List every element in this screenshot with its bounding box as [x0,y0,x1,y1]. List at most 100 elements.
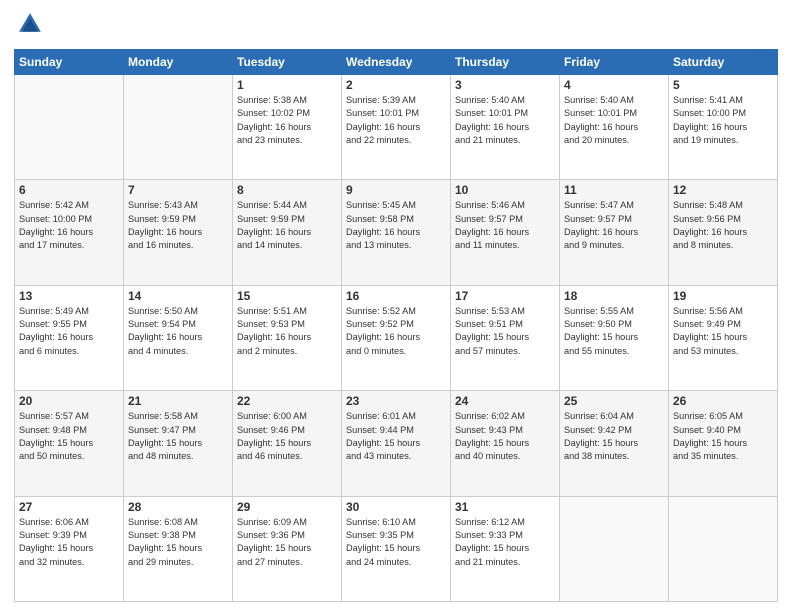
day-info: Sunrise: 6:01 AM Sunset: 9:44 PM Dayligh… [346,410,446,463]
calendar-cell [669,496,778,601]
calendar-cell: 23 Sunrise: 6:01 AM Sunset: 9:44 PM Dayli… [342,391,451,496]
day-info: Sunrise: 5:44 AM Sunset: 9:59 PM Dayligh… [237,199,337,252]
day-number: 8 [237,183,337,197]
day-info: Sunrise: 6:06 AM Sunset: 9:39 PM Dayligh… [19,516,119,569]
calendar-cell: 11Sunrise: 5:47 AM Sunset: 9:57 PM Dayli… [560,180,669,285]
calendar-cell: 31 Sunrise: 6:12 AM Sunset: 9:33 PM Dayli… [451,496,560,601]
page: SundayMondayTuesdayWednesdayThursdayFrid… [0,0,792,612]
calendar-cell: 18 Sunrise: 5:55 AM Sunset: 9:50 PM Dayli… [560,285,669,390]
day-number: 18 [564,289,664,303]
calendar-cell: 24 Sunrise: 6:02 AM Sunset: 9:43 PM Dayli… [451,391,560,496]
day-info: Sunrise: 5:49 AM Sunset: 9:55 PM Dayligh… [19,305,119,358]
day-info: Sunrise: 5:43 AM Sunset: 9:59 PM Dayligh… [128,199,228,252]
day-number: 21 [128,394,228,408]
weekday-header: Friday [560,50,669,75]
calendar-cell: 7 Sunrise: 5:43 AM Sunset: 9:59 PM Daylig… [124,180,233,285]
day-info: Sunrise: 6:08 AM Sunset: 9:38 PM Dayligh… [128,516,228,569]
day-info: Sunrise: 5:46 AM Sunset: 9:57 PM Dayligh… [455,199,555,252]
day-number: 25 [564,394,664,408]
day-info: Sunrise: 6:05 AM Sunset: 9:40 PM Dayligh… [673,410,773,463]
calendar-cell: 22 Sunrise: 6:00 AM Sunset: 9:46 PM Dayli… [233,391,342,496]
day-info: Sunrise: 5:38 AM Sunset: 10:02 PM Daylig… [237,94,337,147]
calendar-cell: 21 Sunrise: 5:58 AM Sunset: 9:47 PM Dayli… [124,391,233,496]
day-number: 26 [673,394,773,408]
day-number: 15 [237,289,337,303]
day-info: Sunrise: 5:45 AM Sunset: 9:58 PM Dayligh… [346,199,446,252]
calendar-table: SundayMondayTuesdayWednesdayThursdayFrid… [14,49,778,602]
day-number: 14 [128,289,228,303]
calendar-cell: 19 Sunrise: 5:56 AM Sunset: 9:49 PM Dayli… [669,285,778,390]
day-info: Sunrise: 6:02 AM Sunset: 9:43 PM Dayligh… [455,410,555,463]
day-info: Sunrise: 5:47 AM Sunset: 9:57 PM Dayligh… [564,199,664,252]
day-info: Sunrise: 5:42 AM Sunset: 10:00 PM Daylig… [19,199,119,252]
calendar-cell: 15 Sunrise: 5:51 AM Sunset: 9:53 PM Dayli… [233,285,342,390]
day-number: 31 [455,500,555,514]
day-info: Sunrise: 5:56 AM Sunset: 9:49 PM Dayligh… [673,305,773,358]
day-number: 27 [19,500,119,514]
calendar-cell: 17 Sunrise: 5:53 AM Sunset: 9:51 PM Dayli… [451,285,560,390]
calendar-week-row: 20 Sunrise: 5:57 AM Sunset: 9:48 PM Dayli… [15,391,778,496]
day-number: 30 [346,500,446,514]
day-number: 24 [455,394,555,408]
day-number: 29 [237,500,337,514]
calendar-cell: 16Sunrise: 5:52 AM Sunset: 9:52 PM Dayli… [342,285,451,390]
day-number: 9 [346,183,446,197]
day-number: 19 [673,289,773,303]
day-number: 3 [455,78,555,92]
calendar-cell: 29 Sunrise: 6:09 AM Sunset: 9:36 PM Dayli… [233,496,342,601]
day-info: Sunrise: 5:53 AM Sunset: 9:51 PM Dayligh… [455,305,555,358]
calendar-cell [15,75,124,180]
day-number: 12 [673,183,773,197]
day-number: 20 [19,394,119,408]
day-number: 16 [346,289,446,303]
calendar-cell: 14 Sunrise: 5:50 AM Sunset: 9:54 PM Dayli… [124,285,233,390]
day-number: 1 [237,78,337,92]
header [14,10,778,43]
weekday-header: Wednesday [342,50,451,75]
logo-icon [16,10,44,38]
day-info: Sunrise: 6:00 AM Sunset: 9:46 PM Dayligh… [237,410,337,463]
day-info: Sunrise: 5:57 AM Sunset: 9:48 PM Dayligh… [19,410,119,463]
day-info: Sunrise: 6:04 AM Sunset: 9:42 PM Dayligh… [564,410,664,463]
calendar-cell: 25 Sunrise: 6:04 AM Sunset: 9:42 PM Dayli… [560,391,669,496]
calendar-cell: 30 Sunrise: 6:10 AM Sunset: 9:35 PM Dayli… [342,496,451,601]
calendar-week-row: 13 Sunrise: 5:49 AM Sunset: 9:55 PM Dayli… [15,285,778,390]
day-info: Sunrise: 6:10 AM Sunset: 9:35 PM Dayligh… [346,516,446,569]
day-info: Sunrise: 5:40 AM Sunset: 10:01 PM Daylig… [564,94,664,147]
day-number: 28 [128,500,228,514]
calendar-cell: 2Sunrise: 5:39 AM Sunset: 10:01 PM Dayli… [342,75,451,180]
day-info: Sunrise: 5:48 AM Sunset: 9:56 PM Dayligh… [673,199,773,252]
calendar-cell: 1 Sunrise: 5:38 AM Sunset: 10:02 PM Dayli… [233,75,342,180]
calendar-week-row: 1 Sunrise: 5:38 AM Sunset: 10:02 PM Dayli… [15,75,778,180]
calendar-cell: 12 Sunrise: 5:48 AM Sunset: 9:56 PM Dayli… [669,180,778,285]
day-number: 10 [455,183,555,197]
day-number: 4 [564,78,664,92]
weekday-header: Monday [124,50,233,75]
day-info: Sunrise: 6:09 AM Sunset: 9:36 PM Dayligh… [237,516,337,569]
calendar-cell: 10 Sunrise: 5:46 AM Sunset: 9:57 PM Dayli… [451,180,560,285]
calendar-cell: 6Sunrise: 5:42 AM Sunset: 10:00 PM Dayli… [15,180,124,285]
calendar-header-row: SundayMondayTuesdayWednesdayThursdayFrid… [15,50,778,75]
day-number: 23 [346,394,446,408]
day-info: Sunrise: 5:51 AM Sunset: 9:53 PM Dayligh… [237,305,337,358]
day-number: 22 [237,394,337,408]
calendar-cell: 8 Sunrise: 5:44 AM Sunset: 9:59 PM Daylig… [233,180,342,285]
day-info: Sunrise: 5:50 AM Sunset: 9:54 PM Dayligh… [128,305,228,358]
day-info: Sunrise: 6:12 AM Sunset: 9:33 PM Dayligh… [455,516,555,569]
weekday-header: Tuesday [233,50,342,75]
day-number: 17 [455,289,555,303]
day-number: 13 [19,289,119,303]
calendar-cell: 9 Sunrise: 5:45 AM Sunset: 9:58 PM Daylig… [342,180,451,285]
calendar-cell: 27 Sunrise: 6:06 AM Sunset: 9:39 PM Dayli… [15,496,124,601]
calendar-week-row: 6Sunrise: 5:42 AM Sunset: 10:00 PM Dayli… [15,180,778,285]
day-number: 7 [128,183,228,197]
day-info: Sunrise: 5:55 AM Sunset: 9:50 PM Dayligh… [564,305,664,358]
calendar-cell: 13 Sunrise: 5:49 AM Sunset: 9:55 PM Dayli… [15,285,124,390]
calendar-cell [560,496,669,601]
calendar-cell [124,75,233,180]
calendar-week-row: 27 Sunrise: 6:06 AM Sunset: 9:39 PM Dayli… [15,496,778,601]
weekday-header: Sunday [15,50,124,75]
day-info: Sunrise: 5:58 AM Sunset: 9:47 PM Dayligh… [128,410,228,463]
weekday-header: Thursday [451,50,560,75]
calendar-cell: 5Sunrise: 5:41 AM Sunset: 10:00 PM Dayli… [669,75,778,180]
